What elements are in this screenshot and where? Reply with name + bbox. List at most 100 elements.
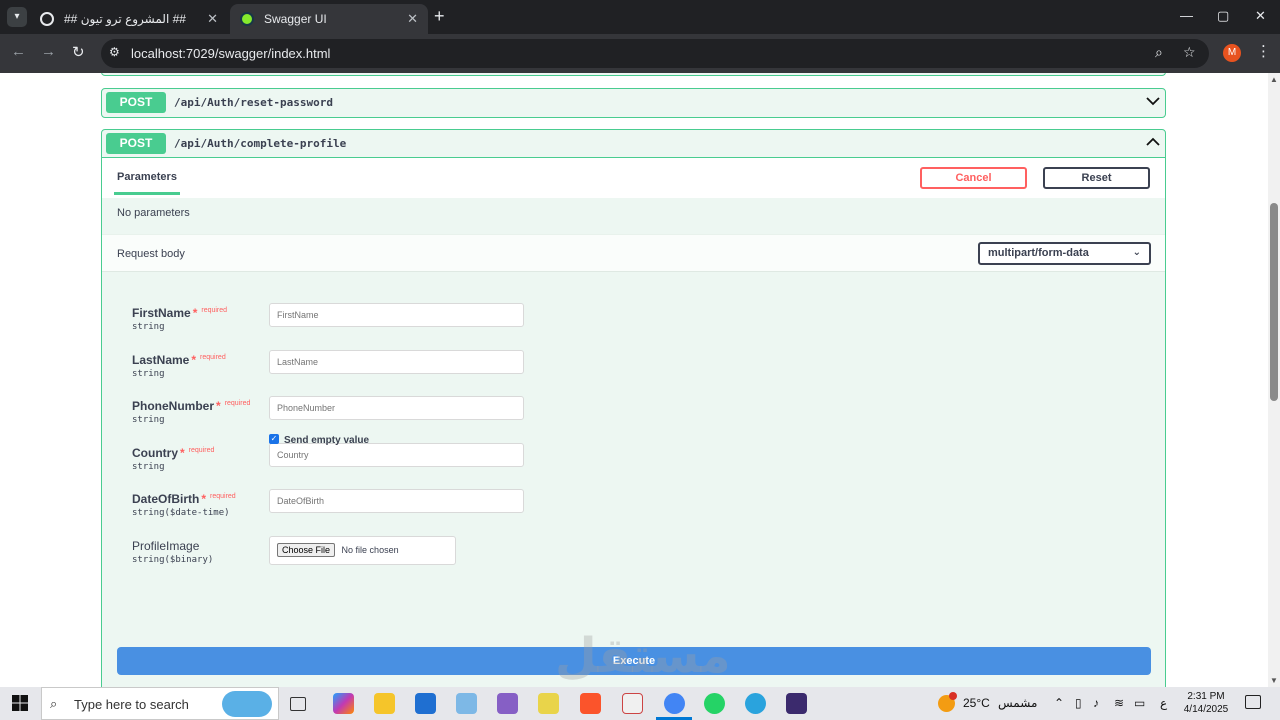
file-explorer-icon[interactable]	[374, 693, 395, 714]
chrome-icon[interactable]	[664, 693, 685, 714]
minimize-icon[interactable]: —	[1180, 8, 1193, 23]
file-input[interactable]: Choose File No file chosen	[269, 536, 456, 565]
forward-arrow-icon[interactable]: →	[41, 43, 56, 60]
meet-icon[interactable]: ▯	[1075, 696, 1082, 710]
field-label: LastName * required	[132, 353, 226, 367]
task-view-icon[interactable]	[290, 697, 306, 711]
operation-path: /api/Auth/reset-password	[174, 96, 333, 109]
omnibox[interactable]: ⚙ localhost:7029/swagger/index.html ⌕ ☆	[101, 39, 1209, 68]
previous-operation-edge	[101, 73, 1166, 76]
site-info-icon[interactable]: ⚙	[109, 45, 120, 59]
operation-path: /api/Auth/complete-profile	[174, 137, 347, 150]
request-body-row: Request body multipart/form-data ⌄	[102, 234, 1165, 272]
chevron-down-icon: ⌄	[1132, 247, 1141, 258]
browser-tab-bar: ▾ ## المشروع ترو تيون ## ✕ Swagger UI ✕ …	[0, 0, 1280, 34]
scroll-down-icon[interactable]: ▼	[1270, 676, 1278, 685]
field-type: string($binary)	[132, 555, 214, 565]
app-icon[interactable]	[456, 693, 477, 714]
volume-icon[interactable]: ♪	[1093, 696, 1099, 710]
wifi-icon[interactable]: ≋	[1114, 696, 1124, 710]
tab-title: ## المشروع ترو تيون ##	[64, 12, 186, 26]
operation-header[interactable]: POST /api/Auth/reset-password	[102, 89, 1165, 117]
chevron-up-icon[interactable]	[1145, 134, 1161, 150]
close-icon[interactable]: ✕	[407, 11, 418, 27]
address-bar: ← → ↻ ⚙ localhost:7029/swagger/index.htm…	[0, 34, 1280, 73]
brave-icon[interactable]	[580, 693, 601, 714]
reset-button[interactable]: Reset	[1043, 167, 1150, 189]
clock-date: 4/14/2025	[1183, 704, 1229, 715]
clock-time: 2:31 PM	[1187, 691, 1225, 702]
tab-underline	[114, 192, 180, 195]
search-highlight-icon	[222, 691, 272, 717]
content-type-select[interactable]: multipart/form-data ⌄	[978, 242, 1151, 265]
field-label: FirstName * required	[132, 306, 228, 320]
back-arrow-icon[interactable]: ←	[11, 43, 26, 60]
snipping-tool-icon[interactable]	[538, 693, 559, 714]
operation-reset-password[interactable]: POST /api/Auth/reset-password	[101, 88, 1166, 118]
store-icon[interactable]	[415, 693, 436, 714]
dateofbirth-input[interactable]	[269, 489, 524, 513]
operation-header[interactable]: POST /api/Auth/complete-profile	[102, 130, 1165, 158]
tab-project[interactable]: ## المشروع ترو تيون ## ✕	[30, 4, 228, 34]
notification-icon[interactable]	[1245, 695, 1261, 709]
tab-swagger[interactable]: Swagger UI ✕	[230, 4, 428, 34]
search-placeholder: Type here to search	[74, 697, 189, 712]
reload-icon[interactable]: ↻	[72, 43, 85, 61]
firstname-input[interactable]	[269, 303, 524, 327]
tray-chevron-up-icon[interactable]: ⌃	[1054, 696, 1064, 710]
weather-alert-icon	[949, 692, 957, 700]
tab-search-button[interactable]: ▾	[7, 7, 27, 27]
parameters-tab-row: Parameters Cancel Reset	[102, 158, 1165, 198]
taskbar-clock[interactable]: 2:31 PM 4/14/2025	[1178, 690, 1234, 716]
weather-text[interactable]: مشمس	[998, 696, 1037, 710]
maximize-icon[interactable]: ▢	[1217, 8, 1229, 24]
visual-studio-icon[interactable]	[497, 693, 518, 714]
tab-parameters[interactable]: Parameters	[117, 171, 177, 183]
country-input[interactable]	[269, 443, 524, 467]
url-text[interactable]: localhost:7029/swagger/index.html	[131, 46, 330, 61]
tab-favicon-icon	[40, 12, 54, 26]
close-icon[interactable]: ✕	[207, 11, 218, 27]
chevron-down-icon[interactable]	[1145, 93, 1161, 109]
battery-icon[interactable]: ▭	[1134, 696, 1145, 710]
file-status: No file chosen	[341, 545, 399, 555]
taskbar-search[interactable]: ⌕ Type here to search	[41, 687, 279, 720]
operation-complete-profile: POST /api/Auth/complete-profile Paramete…	[101, 129, 1166, 687]
field-type: string	[132, 369, 165, 379]
execute-button[interactable]: Execute	[117, 647, 1151, 675]
method-badge: POST	[106, 133, 166, 154]
windows-start-icon[interactable]	[12, 695, 28, 711]
menu-kebab-icon[interactable]: ⋮	[1256, 42, 1271, 60]
copilot-icon[interactable]	[333, 693, 354, 714]
new-tab-button[interactable]: +	[434, 6, 445, 27]
bookmark-star-icon[interactable]: ☆	[1183, 44, 1196, 61]
whatsapp-icon[interactable]	[704, 693, 725, 714]
swagger-page: POST /api/Auth/reset-password POST /api/…	[0, 73, 1268, 687]
field-label: DateOfBirth * required	[132, 492, 236, 506]
window-close-icon[interactable]: ✕	[1255, 8, 1266, 24]
profile-avatar[interactable]: M	[1223, 44, 1241, 62]
zoom-icon[interactable]: ⌕	[1155, 44, 1163, 61]
send-empty-checkbox[interactable]: ✓	[269, 434, 279, 444]
scroll-thumb[interactable]	[1270, 203, 1278, 401]
content-type-value: multipart/form-data	[988, 247, 1089, 259]
swagger-favicon-icon	[240, 12, 254, 26]
field-label: ProfileImage	[132, 539, 200, 553]
page-scrollbar[interactable]: ▲ ▼	[1268, 73, 1280, 687]
weather-temp[interactable]: 25°C	[963, 696, 990, 710]
scroll-up-icon[interactable]: ▲	[1270, 75, 1278, 84]
no-parameters-text: No parameters	[117, 207, 190, 219]
lastname-input[interactable]	[269, 350, 524, 374]
phonenumber-input[interactable]	[269, 396, 524, 420]
telegram-icon[interactable]	[745, 693, 766, 714]
field-type: string	[132, 322, 165, 332]
field-type: string	[132, 462, 165, 472]
app-icon[interactable]	[622, 693, 643, 714]
send-empty-label: Send empty value	[284, 435, 370, 446]
field-label: Country * required	[132, 446, 215, 460]
terminal-icon[interactable]	[786, 693, 807, 714]
choose-file-button[interactable]: Choose File	[277, 543, 336, 557]
language-indicator[interactable]: ع	[1160, 696, 1167, 710]
cancel-button[interactable]: Cancel	[920, 167, 1027, 189]
windows-taskbar: ⌕ Type here to search 25°C مشمس ⌃ ▯ ♪ ≋ …	[0, 687, 1280, 720]
